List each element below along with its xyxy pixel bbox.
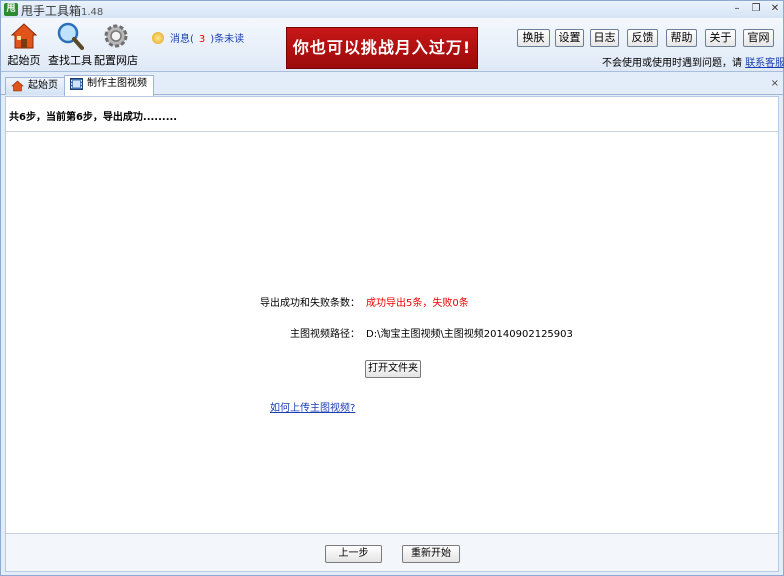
app-title: 甩手工具箱1.48 [21,2,103,19]
tab-bar: 起始页 制作主图视频 × [1,73,783,96]
open-folder-button[interactable]: 打开文件夹 [365,360,421,378]
about-button[interactable]: 关于 [705,29,736,47]
help-text: 不会使用或使用时遇到问题，请 联系客服 [602,54,784,69]
help-text-label: 不会使用或使用时遇到问题，请 [602,58,742,69]
restart-button[interactable]: 重新开始 [402,545,460,563]
home-icon [10,23,38,49]
title-bar: 甩 甩手工具箱1.48 – ❐ ✕ [1,1,783,18]
path-label: 主图视频路径： [290,329,360,340]
app-window: 甩 甩手工具箱1.48 – ❐ ✕ 起始页 查找工具 配置网店 消息(3)条… [0,0,784,576]
tab-make-video-label: 制作主图视频 [87,78,147,89]
upload-help-link[interactable]: 如何上传主图视频? [270,399,355,414]
log-button[interactable]: 日志 [590,29,619,47]
message-notice[interactable]: 消息( 3 )条未读 [152,30,244,45]
result-value: 成功导出5条，失败0条 [366,298,469,309]
film-icon [70,78,83,90]
tab-make-video[interactable]: 制作主图视频 [64,75,154,96]
feedback-button[interactable]: 反馈 [627,29,658,47]
tab-home-label: 起始页 [28,80,58,91]
contact-support-link[interactable]: 联系客服 [745,58,784,69]
toolbar-home-label: 起始页 [7,54,41,67]
close-tab-icon[interactable]: × [771,78,779,89]
tab-home[interactable]: 起始页 [5,77,65,95]
home-icon [11,80,24,92]
step-progress-text: 共6步，当前第6步，导出成功......... [9,112,178,123]
toolbar-home-button[interactable]: 起始页 [1,22,47,68]
promo-banner[interactable]: 你也可以挑战月入过万! [286,27,478,69]
website-button[interactable]: 官网 [743,29,774,47]
toolbar-config-label: 配置网店 [94,54,138,67]
toolbar-search-button[interactable]: 查找工具 [47,22,93,68]
message-count: 3 [198,34,206,45]
help-button[interactable]: 帮助 [666,29,697,47]
toolbar-config-button[interactable]: 配置网店 [93,22,139,68]
message-suffix: )条未读 [210,34,245,45]
search-icon [57,22,84,50]
toolbar: 起始页 查找工具 配置网店 消息( 3 )条未读 你也可以挑战月入过万! 换肤 设置… [1,18,784,72]
divider [6,131,778,132]
gear-icon [104,24,128,48]
restore-button[interactable]: ❐ [748,2,764,16]
app-version: 1.48 [81,7,104,18]
skin-button[interactable]: 换肤 [517,29,550,47]
settings-button[interactable]: 设置 [555,29,584,47]
message-icon [152,32,164,44]
message-prefix: 消息( [170,34,194,45]
result-label: 导出成功和失败条数： [260,298,360,309]
app-name: 甩手工具箱 [21,4,82,18]
minimize-button[interactable]: – [729,2,745,16]
main-panel: 共6步，当前第6步，导出成功......... 导出成功和失败条数： 成功导出5… [5,96,779,572]
path-value: D:\淘宝主图视频\主图视频20140902125903 [366,329,573,340]
close-button[interactable]: ✕ [767,2,783,16]
previous-step-button[interactable]: 上一步 [325,545,382,563]
toolbar-search-label: 查找工具 [48,54,92,67]
bottom-bar: 上一步 重新开始 [6,534,778,571]
app-logo-icon: 甩 [4,3,18,16]
